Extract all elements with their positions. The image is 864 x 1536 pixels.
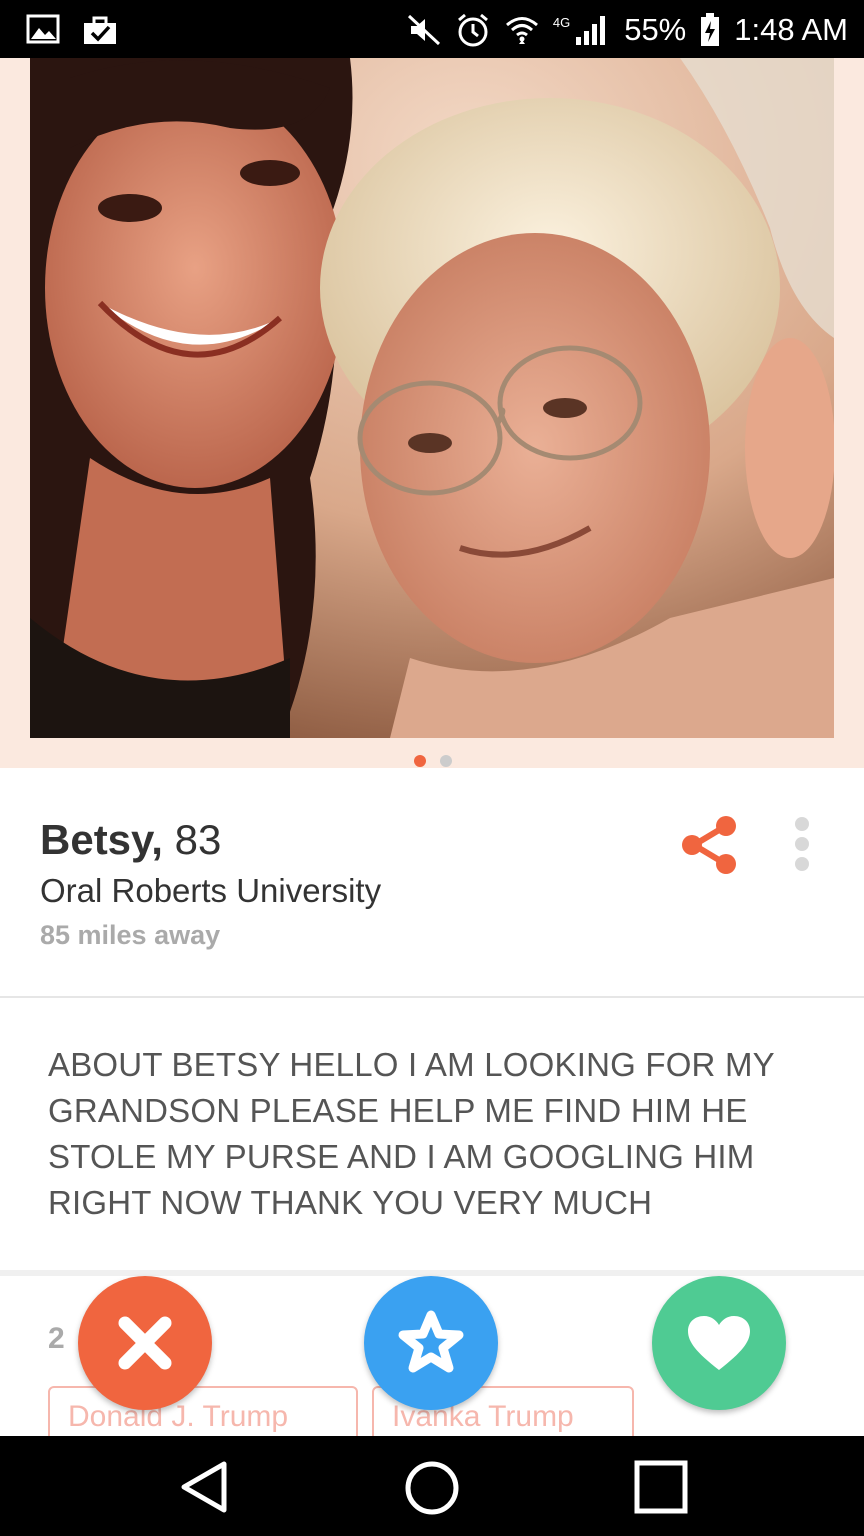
common-chip[interactable]: Donald J. Trump bbox=[48, 1386, 358, 1436]
page-dot-active[interactable] bbox=[414, 755, 426, 767]
back-icon[interactable] bbox=[178, 1460, 230, 1519]
super-like-button[interactable] bbox=[364, 1276, 498, 1410]
profile-name: Betsy, bbox=[40, 816, 163, 863]
navigation-bar bbox=[0, 1436, 864, 1536]
close-icon bbox=[118, 1316, 172, 1370]
shopping-bag-check-icon bbox=[82, 14, 118, 46]
divider bbox=[0, 996, 864, 998]
page-dot[interactable] bbox=[440, 755, 452, 767]
profile-school: Oral Roberts University bbox=[40, 872, 382, 909]
signal-icon bbox=[574, 13, 610, 47]
recents-icon[interactable] bbox=[634, 1460, 688, 1519]
profile-age: 83 bbox=[174, 816, 222, 863]
heart-icon bbox=[688, 1316, 750, 1370]
battery-charging-icon bbox=[700, 13, 720, 47]
common-count: 2 bbox=[48, 1322, 65, 1355]
star-icon bbox=[398, 1310, 464, 1373]
more-options-icon[interactable] bbox=[792, 816, 812, 872]
mute-icon bbox=[407, 14, 441, 46]
alarm-icon bbox=[455, 12, 491, 48]
about-text: ABOUT BETSY HELLO I AM LOOKING FOR MY GR… bbox=[48, 1046, 775, 1221]
profile-info: Betsy, 83 Oral Roberts University 85 mil… bbox=[0, 768, 864, 998]
profile-distance: 85 miles away bbox=[40, 920, 221, 950]
battery-percent: 55% bbox=[624, 12, 687, 47]
profile-name-age: Betsy, 83 bbox=[40, 816, 221, 864]
profile-photo[interactable] bbox=[30, 58, 834, 738]
image-icon bbox=[26, 14, 60, 46]
photo-area[interactable] bbox=[0, 58, 864, 768]
home-icon[interactable] bbox=[404, 1460, 460, 1521]
photo-page-indicator bbox=[414, 755, 452, 767]
share-icon[interactable] bbox=[680, 814, 740, 876]
like-button[interactable] bbox=[652, 1276, 786, 1410]
wifi-icon bbox=[505, 14, 539, 46]
network-type: 4G bbox=[552, 14, 571, 30]
nope-button[interactable] bbox=[78, 1276, 212, 1410]
clock: 1:48 AM bbox=[734, 12, 848, 47]
status-bar: 4G 55% 1:48 AM bbox=[0, 0, 864, 58]
